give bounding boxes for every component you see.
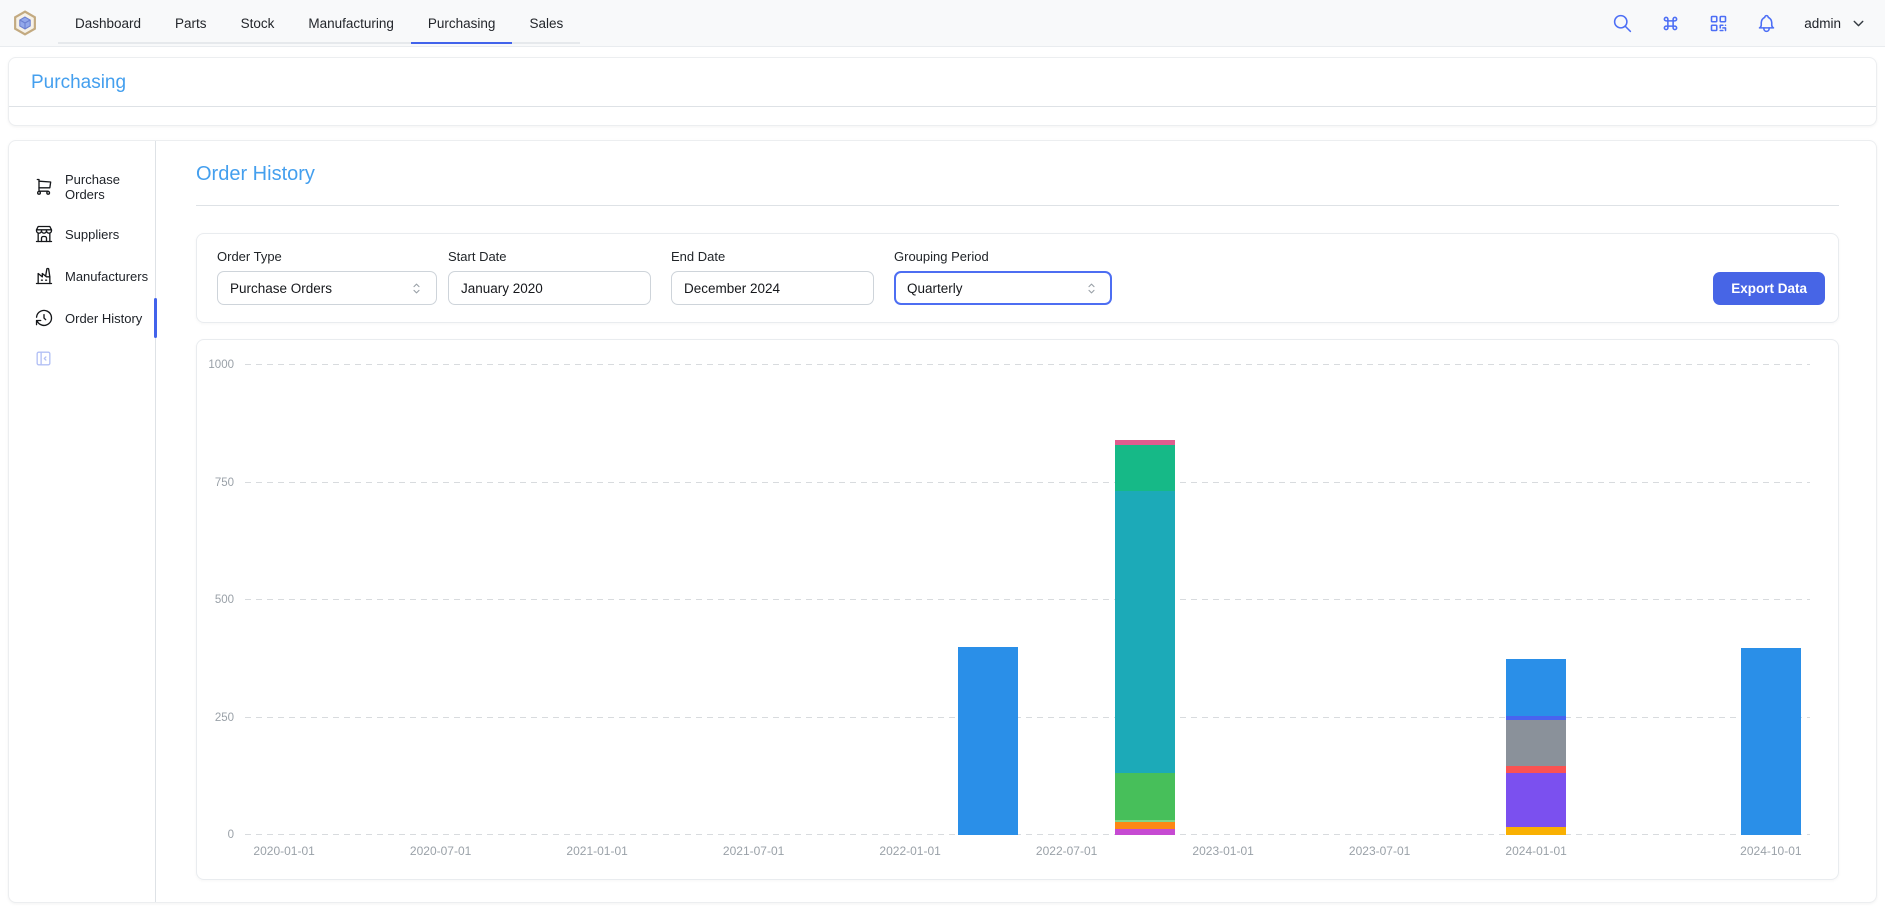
bar-segment xyxy=(1115,822,1175,829)
section-title: Order History xyxy=(196,163,1839,186)
filter-panel: Order Type Purchase Orders Start Date En… xyxy=(196,233,1839,323)
gridline xyxy=(245,599,1810,600)
factory-icon xyxy=(34,266,54,286)
main-panel: Purchase Orders Suppliers Manufacturers xyxy=(8,140,1877,903)
chart-bar-2022-10-01[interactable] xyxy=(1115,440,1175,835)
order-history-chart-card: 0 250 500 750 1000 2020-01-01 2020-07-01 2021-0… xyxy=(196,339,1839,880)
gridline xyxy=(245,834,1810,835)
x-axis-label: 2023-07-01 xyxy=(1349,844,1410,858)
grouping-period-field: Grouping Period Quarterly xyxy=(894,249,1112,305)
tab-dashboard[interactable]: Dashboard xyxy=(58,0,158,46)
bar-segment xyxy=(1741,648,1801,835)
order-history-chart: 025050075010002020-01-012020-07-012021-0… xyxy=(213,356,1822,863)
selector-icon xyxy=(409,281,424,296)
chart-plot-area: 025050075010002020-01-012020-07-012021-0… xyxy=(245,365,1810,835)
tab-sales[interactable]: Sales xyxy=(512,0,580,46)
y-axis-label: 250 xyxy=(215,712,234,724)
qr-code-icon[interactable] xyxy=(1708,13,1729,34)
end-date-input[interactable] xyxy=(671,271,874,305)
section-divider xyxy=(196,205,1839,206)
tab-purchasing[interactable]: Purchasing xyxy=(411,0,513,46)
start-date-input[interactable] xyxy=(448,271,651,305)
bar-segment xyxy=(1506,766,1566,773)
sidebar-collapse-icon[interactable] xyxy=(34,349,53,368)
start-date-field: Start Date xyxy=(448,249,651,305)
gridline xyxy=(245,717,1810,718)
bell-icon[interactable] xyxy=(1756,13,1777,34)
navbar-actions: admin xyxy=(1612,0,1867,46)
x-axis-label: 2020-07-01 xyxy=(410,844,471,858)
sidebar: Purchase Orders Suppliers Manufacturers xyxy=(9,141,156,902)
end-date-label: End Date xyxy=(671,249,874,264)
shopping-cart-icon xyxy=(34,177,54,197)
y-axis-label: 500 xyxy=(215,594,234,606)
store-icon xyxy=(34,224,54,244)
app-logo-icon[interactable] xyxy=(12,0,38,46)
x-axis-label: 2023-01-01 xyxy=(1192,844,1253,858)
sidebar-item-order-history[interactable]: Order History xyxy=(9,297,155,339)
navbar: Dashboard Parts Stock Manufacturing Purc… xyxy=(0,0,1885,47)
chart-bar-2024-01-01[interactable] xyxy=(1506,659,1566,835)
history-icon xyxy=(34,308,54,328)
command-icon[interactable] xyxy=(1660,13,1681,34)
gridline xyxy=(245,482,1810,483)
sidebar-item-purchase-orders[interactable]: Purchase Orders xyxy=(9,161,155,213)
tab-parts[interactable]: Parts xyxy=(158,0,224,46)
bar-segment xyxy=(1115,445,1175,491)
page-header-card: Purchasing xyxy=(8,57,1877,126)
x-axis-label: 2024-10-01 xyxy=(1740,844,1801,858)
main-tabs: Dashboard Parts Stock Manufacturing Purc… xyxy=(58,0,580,46)
x-axis-label: 2021-07-01 xyxy=(723,844,784,858)
order-history-section: Order History Order Type Purchase Orders… xyxy=(156,141,1876,902)
export-data-button[interactable]: Export Data xyxy=(1713,272,1825,305)
chart-bar-2022-04-01[interactable] xyxy=(958,647,1018,835)
x-axis-label: 2024-01-01 xyxy=(1505,844,1566,858)
order-type-field: Order Type Purchase Orders xyxy=(217,249,437,305)
gridline xyxy=(245,364,1810,365)
tab-stock[interactable]: Stock xyxy=(224,0,292,46)
grouping-period-select[interactable]: Quarterly xyxy=(894,271,1112,305)
order-type-select[interactable]: Purchase Orders xyxy=(217,271,437,305)
bar-segment xyxy=(1506,773,1566,828)
end-date-field: End Date xyxy=(671,249,874,305)
order-type-label: Order Type xyxy=(217,249,437,264)
sidebar-item-manufacturers[interactable]: Manufacturers xyxy=(9,255,155,297)
user-menu[interactable]: admin xyxy=(1804,15,1867,32)
page-title: Purchasing xyxy=(9,58,1876,106)
bar-segment xyxy=(1115,829,1175,835)
selector-icon xyxy=(1084,281,1099,296)
x-axis-label: 2020-01-01 xyxy=(253,844,314,858)
bar-segment xyxy=(958,647,1018,835)
bar-segment xyxy=(1506,720,1566,766)
bar-segment xyxy=(1506,659,1566,716)
chevron-down-icon xyxy=(1850,15,1867,32)
username: admin xyxy=(1804,16,1841,31)
search-icon[interactable] xyxy=(1612,13,1633,34)
bar-segment xyxy=(1115,491,1175,773)
x-axis-label: 2022-07-01 xyxy=(1036,844,1097,858)
y-axis-label: 1000 xyxy=(208,359,234,371)
x-axis-label: 2021-01-01 xyxy=(566,844,627,858)
start-date-label: Start Date xyxy=(448,249,651,264)
bar-segment xyxy=(1115,773,1175,820)
sidebar-item-suppliers[interactable]: Suppliers xyxy=(9,213,155,255)
tab-manufacturing[interactable]: Manufacturing xyxy=(291,0,411,46)
y-axis-label: 750 xyxy=(215,477,234,489)
y-axis-label: 0 xyxy=(228,829,234,841)
chart-bar-2024-10-01[interactable] xyxy=(1741,648,1801,835)
x-axis-label: 2022-01-01 xyxy=(879,844,940,858)
grouping-period-label: Grouping Period xyxy=(894,249,1112,264)
header-divider xyxy=(9,106,1876,125)
bar-segment xyxy=(1506,827,1566,835)
